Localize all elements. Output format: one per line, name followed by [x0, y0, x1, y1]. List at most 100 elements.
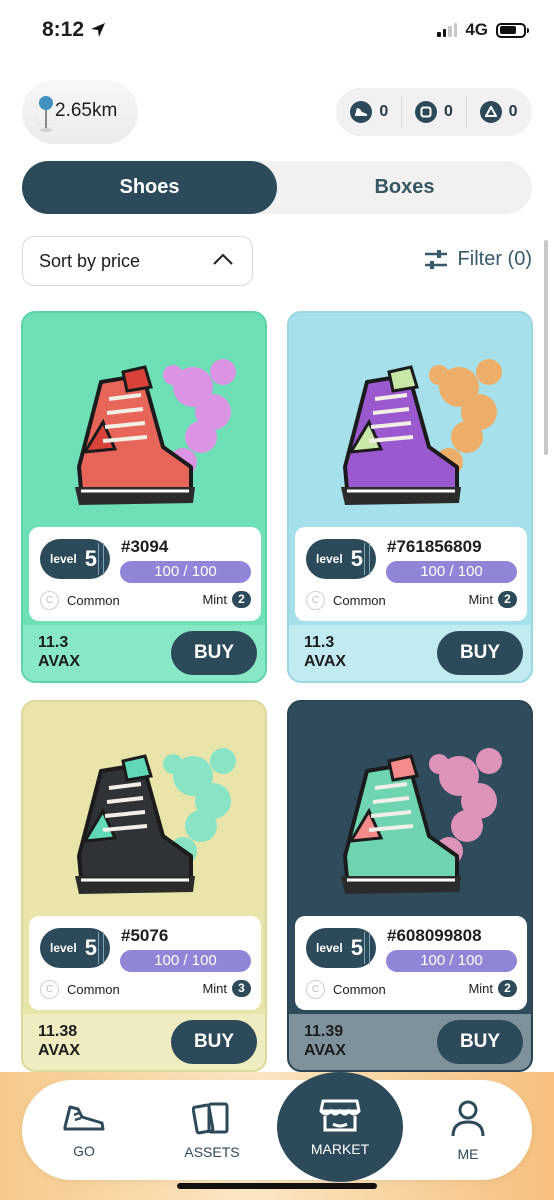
- cards-icon: [192, 1102, 229, 1135]
- price-bar: 11.3 AVAX BUY: [23, 625, 265, 681]
- price-value: 11.38: [38, 1023, 78, 1040]
- shoe-id: #5076: [121, 926, 169, 945]
- person-icon: [451, 1100, 485, 1137]
- bottom-nav: GO ASSETS MARKET ME: [22, 1072, 532, 1182]
- durability-bar: 100 / 100: [386, 950, 517, 972]
- rarity: C Common: [306, 980, 386, 999]
- map-pin-icon: [36, 96, 56, 132]
- avax-counter: 0: [479, 101, 518, 123]
- level-word: level: [50, 552, 77, 566]
- rarity: C Common: [40, 980, 120, 999]
- durability-bar: 100 / 100: [120, 561, 251, 583]
- rarity-label: Common: [67, 982, 120, 997]
- price-value: 11.39: [304, 1023, 344, 1040]
- nav-assets[interactable]: ASSETS: [152, 1080, 272, 1180]
- level-badge: level 5: [40, 539, 110, 579]
- shoe-id: #3094: [121, 537, 169, 556]
- rarity: C Common: [306, 591, 386, 610]
- rarity-coin-icon: C: [306, 980, 325, 999]
- sliders-icon: [424, 249, 447, 269]
- shoe-info-panel: level 5 #5076 100 / 100 C Common Mint 3: [29, 916, 261, 1010]
- sneaker-illustration: [75, 748, 236, 894]
- durability-bar: 100 / 100: [386, 561, 517, 583]
- rarity-coin-icon: C: [40, 591, 59, 610]
- sort-label: Sort by price: [39, 250, 141, 271]
- shoe-id: #608099808: [387, 926, 482, 945]
- token-counters[interactable]: 0 0 0: [336, 88, 532, 136]
- scrollbar[interactable]: [544, 240, 548, 455]
- level-number: 5: [350, 935, 363, 960]
- shoe-card[interactable]: level 5 #3094 100 / 100 C Common Mint 2 11.3 AVAX…: [21, 311, 267, 683]
- buy-button[interactable]: BUY: [437, 631, 523, 675]
- rarity: C Common: [40, 591, 120, 610]
- sneaker-icon: [350, 101, 373, 123]
- box-counter: 0: [415, 101, 453, 123]
- tab-boxes[interactable]: Boxes: [277, 161, 532, 214]
- shoe-card[interactable]: level 5 #608099808 100 / 100 C Common Mint 2 11.…: [287, 700, 533, 1072]
- location-arrow-icon: [91, 23, 106, 37]
- price-bar: 11.38 AVAX BUY: [23, 1014, 265, 1070]
- mint-count: Mint 3: [202, 980, 251, 997]
- price: 11.39 AVAX: [304, 1022, 346, 1060]
- mint-label: Mint: [468, 981, 493, 996]
- status-time: 8:12: [42, 18, 106, 42]
- level-word: level: [50, 941, 77, 955]
- price: 11.3 AVAX: [304, 633, 346, 671]
- level-number: 5: [350, 546, 363, 571]
- battery-icon: [496, 22, 529, 38]
- sneaker-count: 0: [379, 103, 389, 120]
- rarity-label: Common: [333, 593, 386, 608]
- level-number: 5: [84, 546, 97, 571]
- nav-me[interactable]: ME: [408, 1080, 528, 1180]
- shoe-card[interactable]: level 5 #5076 100 / 100 C Common Mint 3 11.38 AVA…: [21, 700, 267, 1072]
- time-text: 8:12: [42, 18, 85, 41]
- shoe-info-panel: level 5 #608099808 100 / 100 C Common Mint 2: [295, 916, 527, 1010]
- shoe-card[interactable]: level 5 #761856809 100 / 100 C Common Mint 2 11.…: [287, 311, 533, 683]
- shoe-info-panel: level 5 #3094 100 / 100 C Common Mint 2: [29, 527, 261, 621]
- avax-icon: [479, 101, 502, 123]
- price-bar: 11.39 AVAX BUY: [289, 1014, 531, 1070]
- price-currency: AVAX: [38, 653, 81, 670]
- rarity-coin-icon: C: [306, 591, 325, 610]
- filter-label: Filter (0): [457, 248, 532, 270]
- tab-shoes[interactable]: Shoes: [22, 161, 277, 214]
- box-icon: [415, 101, 438, 123]
- sneaker-counter: 0: [350, 101, 388, 123]
- sneaker-illustration: [341, 359, 502, 505]
- mint-value: 2: [232, 591, 251, 608]
- status-bar: 8:12 4G: [0, 0, 554, 62]
- mint-label: Mint: [202, 592, 227, 607]
- sneaker-illustration: [75, 359, 236, 505]
- mint-value: 2: [498, 980, 517, 997]
- nav-go[interactable]: GO: [24, 1080, 144, 1180]
- level-badge: level 5: [306, 539, 376, 579]
- price-currency: AVAX: [304, 1042, 347, 1059]
- nav-assets-label: ASSETS: [184, 1144, 240, 1160]
- price-value: 11.3: [304, 634, 335, 651]
- rarity-coin-icon: C: [40, 980, 59, 999]
- distance-badge: 2.65km: [22, 80, 138, 144]
- store-icon: [319, 1099, 361, 1132]
- sneaker-illustration: [341, 748, 502, 894]
- filter-button[interactable]: Filter (0): [424, 248, 532, 271]
- rarity-label: Common: [333, 982, 386, 997]
- sort-dropdown[interactable]: Sort by price: [22, 236, 253, 286]
- nav-market-label: MARKET: [310, 1141, 370, 1157]
- mint-label: Mint: [202, 981, 227, 996]
- rarity-label: Common: [67, 593, 120, 608]
- chevron-up-icon: [213, 253, 233, 265]
- distance-value: 2.65km: [55, 100, 118, 121]
- buy-button[interactable]: BUY: [437, 1020, 523, 1064]
- durability-bar: 100 / 100: [120, 950, 251, 972]
- price-currency: AVAX: [38, 1042, 81, 1059]
- price: 11.38 AVAX: [38, 1022, 80, 1060]
- mint-label: Mint: [468, 592, 493, 607]
- home-indicator[interactable]: [177, 1183, 377, 1189]
- price: 11.3 AVAX: [38, 633, 80, 671]
- buy-button[interactable]: BUY: [171, 631, 257, 675]
- buy-button[interactable]: BUY: [171, 1020, 257, 1064]
- sneaker-icon: [63, 1105, 105, 1131]
- mint-count: Mint 2: [468, 980, 517, 997]
- nav-market[interactable]: MARKET: [277, 1072, 403, 1182]
- level-number: 5: [84, 935, 97, 960]
